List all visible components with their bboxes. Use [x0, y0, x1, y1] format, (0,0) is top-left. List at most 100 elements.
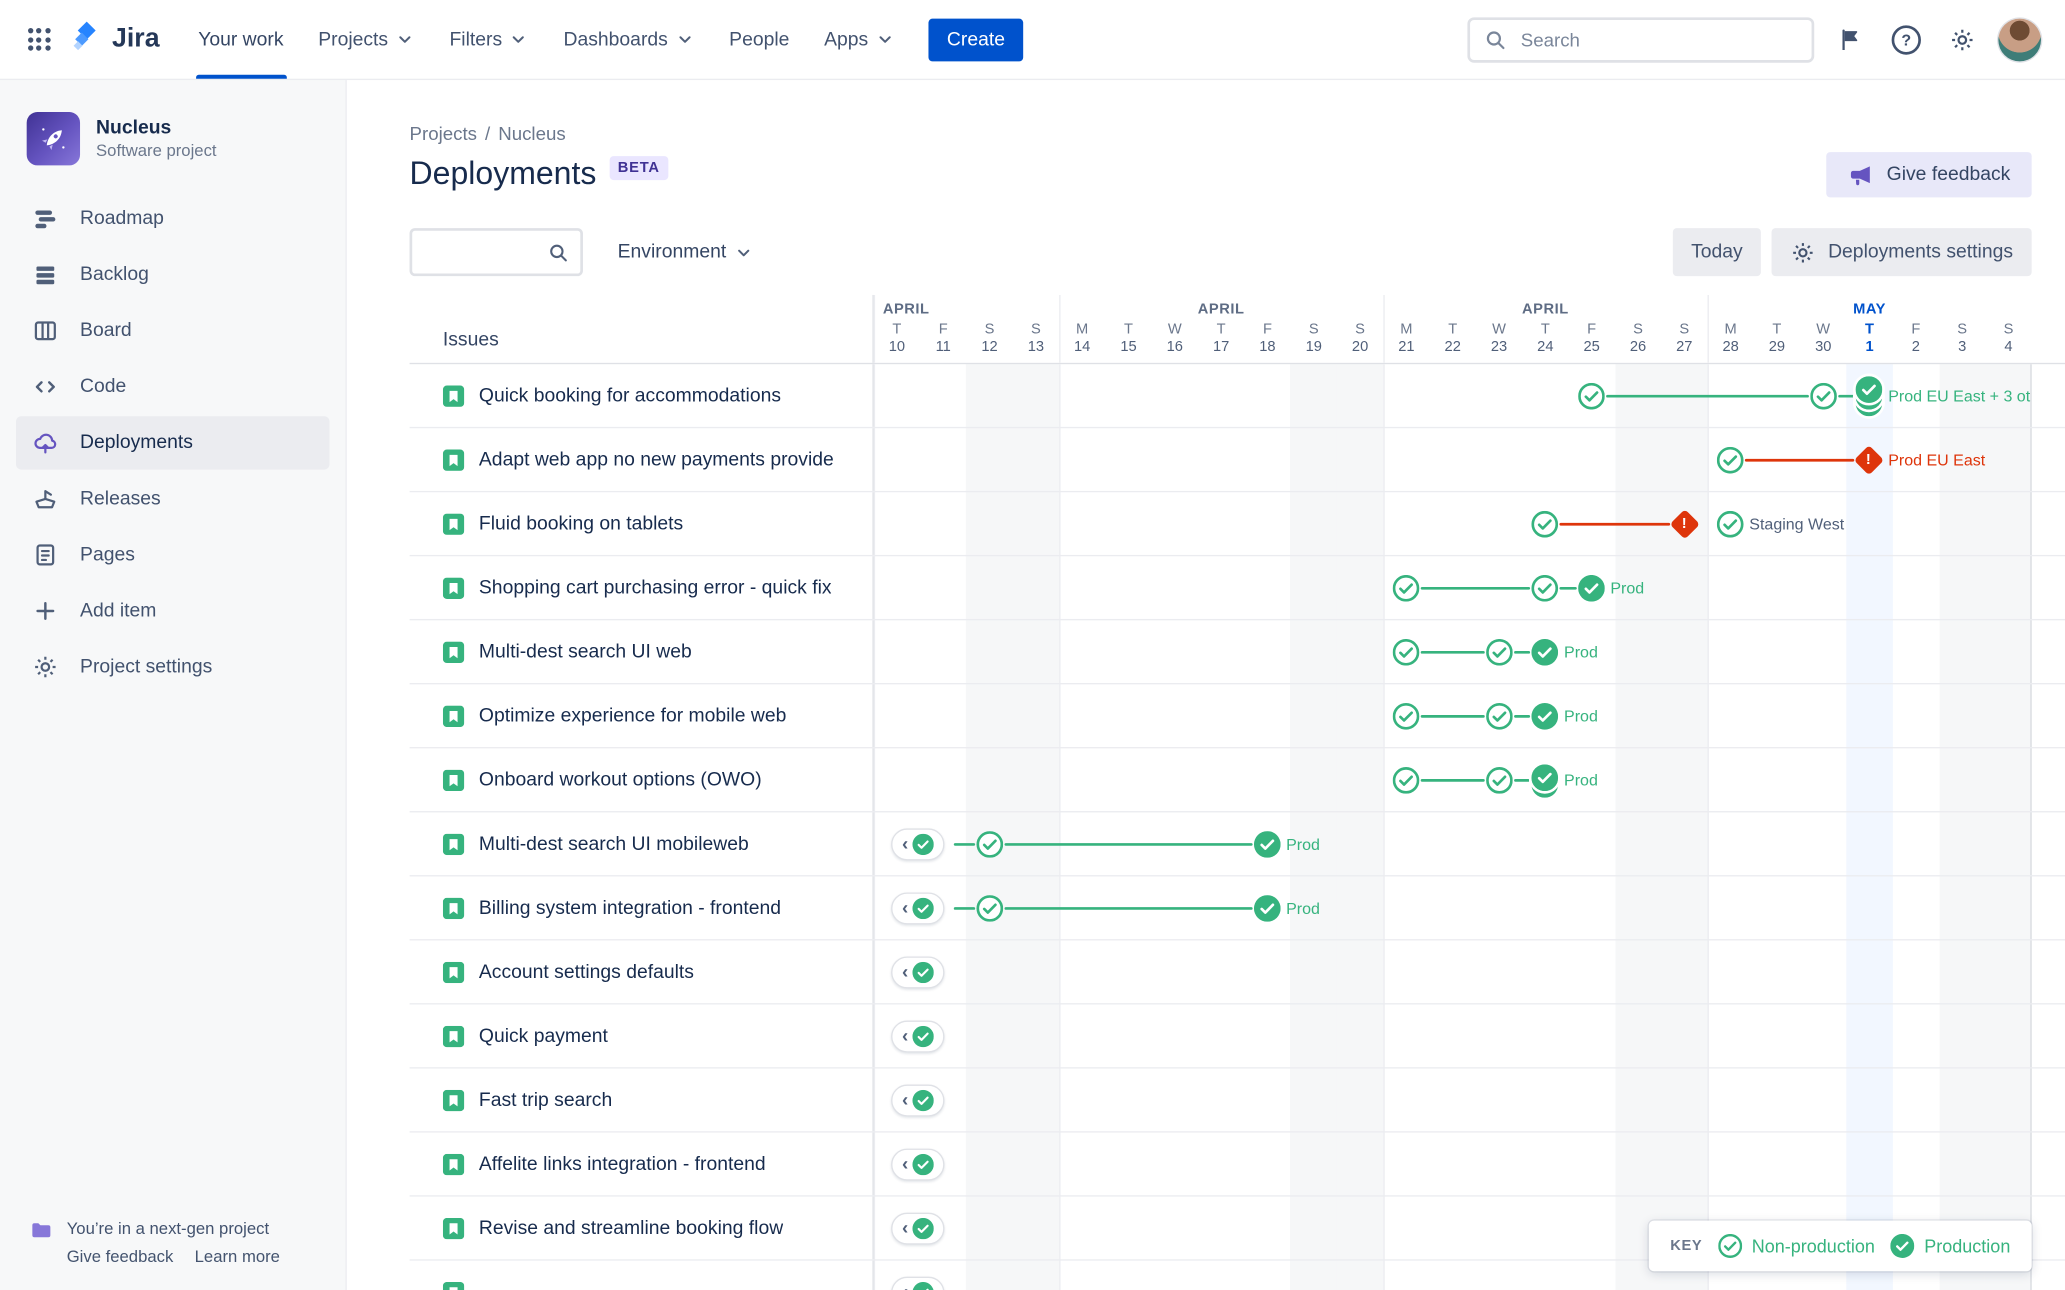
top-nav-bar: Jira Your work Projects Filters Dashboards P… — [0, 0, 2065, 81]
sidebar-item-pages[interactable]: Pages — [16, 528, 329, 581]
main-content: Projects / Nucleus Deployments BETA Give f… — [346, 80, 2065, 1290]
issue-label[interactable]: Fast trip search — [479, 1089, 612, 1110]
non-production-deployment-icon[interactable] — [1485, 638, 1513, 666]
day-header: S 19 — [1305, 321, 1322, 355]
production-deployment-icon[interactable] — [1532, 638, 1559, 666]
day-header: F 18 — [1259, 321, 1276, 355]
jira-app: Jira Your work Projects Filters Dashboards P… — [0, 0, 2065, 1290]
non-production-deployment-icon[interactable] — [1393, 638, 1420, 666]
earlier-deployments-pill[interactable]: ‹ — [891, 1276, 945, 1290]
failed-deployment-icon[interactable]: ! — [1669, 509, 1700, 540]
non-production-deployment-icon[interactable] — [1717, 510, 1744, 538]
issue-label[interactable]: Shopping cart purchasing error - quick f… — [479, 577, 832, 598]
help-icon[interactable]: ? — [1886, 19, 1926, 59]
issue-label[interactable]: Multi-dest search UI mobileweb — [479, 833, 749, 854]
jira-logo[interactable]: Jira — [69, 19, 160, 60]
earlier-deployments-pill[interactable]: ‹ — [891, 1148, 945, 1181]
nav-item-projects[interactable]: Projects — [301, 0, 432, 79]
non-production-deployment-icon[interactable] — [1532, 510, 1559, 538]
non-production-deployment-icon[interactable] — [1485, 767, 1513, 794]
issue-row: Fast trip search ‹ — [409, 1068, 2065, 1133]
timeline-key-legend: KEY Non-production Production — [1648, 1220, 2032, 1272]
sidebar-item-project-settings[interactable]: Project settings — [16, 640, 329, 693]
global-search-input[interactable] — [1518, 27, 1799, 52]
sidebar-item-backlog[interactable]: Backlog — [16, 248, 329, 301]
non-production-deployment-icon[interactable] — [976, 831, 1003, 858]
app-switcher-button[interactable] — [19, 18, 59, 61]
code-icon — [29, 371, 61, 403]
non-production-deployment-icon[interactable] — [1393, 703, 1420, 730]
day-header: S4 — [2003, 321, 2014, 355]
non-production-deployment-icon[interactable] — [976, 895, 1003, 922]
environment-tag: Prod — [1286, 835, 1320, 854]
issue-label[interactable]: Adapt web app no new payments provide — [479, 449, 834, 470]
sidebar-item-add-item[interactable]: Add item — [16, 584, 329, 637]
non-production-deployment-icon[interactable] — [1578, 382, 1606, 410]
earlier-deployments-pill[interactable]: ‹ — [891, 1020, 945, 1053]
issue-label[interactable]: Account settings defaults — [479, 961, 694, 982]
non-production-deployment-icon[interactable] — [1717, 446, 1744, 474]
failed-deployment-icon[interactable]: ! — [1854, 445, 1885, 476]
nav-item-filters[interactable]: Filters — [432, 0, 546, 79]
sidebar-item-board[interactable]: Board — [16, 304, 329, 357]
sidebar-item-roadmap[interactable]: Roadmap — [16, 192, 329, 245]
deployments-settings-button[interactable]: Deployments settings — [1772, 228, 2032, 277]
page-title: Deployments — [409, 156, 597, 193]
sidebar-item-code[interactable]: Code — [16, 360, 329, 413]
project-header[interactable]: Nucleus Software project — [16, 112, 329, 166]
sidebar-item-deployments[interactable]: Deployments — [16, 416, 330, 470]
issue-cell: Quick payment — [410, 1004, 874, 1068]
issue-label[interactable]: Quick payment — [479, 1025, 608, 1046]
day-header: S 13 — [1027, 321, 1045, 355]
non-production-deployment-icon[interactable] — [1393, 574, 1420, 602]
production-deployment-icon[interactable] — [1532, 703, 1559, 730]
nav-item-your-work[interactable]: Your work — [181, 0, 301, 79]
issue-label[interactable]: Optimize experience for mobile web — [479, 705, 786, 726]
earlier-deployments-pill[interactable]: ‹ — [891, 1212, 945, 1245]
issue-label[interactable]: Billing system integration - frontend — [479, 897, 781, 918]
sidebar-item-releases[interactable]: Releases — [16, 472, 329, 525]
issue-label[interactable]: Multi-dest search UI web — [479, 641, 692, 662]
production-deployment-icon[interactable] — [1254, 895, 1281, 922]
environment-filter-dropdown[interactable]: Environment — [618, 241, 755, 263]
give-feedback-button[interactable]: Give feedback — [1826, 152, 2032, 198]
earlier-deployments-pill[interactable]: ‹ — [891, 892, 945, 925]
day-header: S3 — [1957, 321, 1968, 355]
issue-label[interactable]: Affelite links integration - frontend — [479, 1153, 766, 1174]
production-deployment-icon[interactable] — [1254, 831, 1281, 858]
nav-item-apps[interactable]: Apps — [807, 0, 912, 79]
breadcrumb-projects[interactable]: Projects — [410, 123, 477, 144]
issue-label[interactable]: Quick booking for accommodations — [479, 385, 781, 406]
issue-label[interactable]: Fluid booking on tablets — [479, 513, 683, 534]
announcements-flag-icon[interactable] — [1830, 19, 1870, 59]
app-shell: Nucleus Software project Roadmap Backlog B… — [0, 80, 2065, 1290]
timeline-search-input[interactable] — [425, 240, 547, 265]
user-avatar[interactable] — [1998, 18, 2042, 61]
nav-item-people[interactable]: People — [712, 0, 807, 79]
production-deployment-icon[interactable] — [1578, 574, 1606, 602]
non-production-deployment-icon[interactable] — [1532, 574, 1559, 602]
today-button[interactable]: Today — [1672, 228, 1762, 277]
issue-label[interactable]: Revise and streamline booking flow — [479, 1217, 783, 1238]
global-search[interactable] — [1467, 16, 1815, 63]
non-production-deployment-icon[interactable] — [1485, 703, 1513, 730]
give-feedback-link[interactable]: Give feedback — [67, 1247, 174, 1266]
create-button[interactable]: Create — [928, 18, 1024, 61]
title-row: Deployments BETA — [410, 153, 2065, 196]
earlier-deployments-pill[interactable]: ‹ — [891, 828, 945, 861]
learn-more-link[interactable]: Learn more — [195, 1247, 280, 1266]
non-production-deployment-icon[interactable] — [1393, 767, 1420, 794]
nav-item-dashboards[interactable]: Dashboards — [546, 0, 712, 79]
earlier-deployments-pill[interactable]: ‹ — [891, 1084, 945, 1117]
filter-row: Environment Today Deployments settings — [409, 228, 2065, 277]
timeline-body: Quick booking for accommodations Prod EU … — [409, 364, 2065, 1290]
non-production-deployment-icon[interactable] — [1809, 382, 1837, 410]
issue-label[interactable]: Onboard workout options (OWO) — [479, 769, 762, 790]
board-icon — [29, 315, 61, 347]
timeline-search[interactable] — [409, 228, 583, 277]
date-header: APRIL APRIL APRIL MAY T 10 F 11 S 12 S 13 M 14 T 15 W 16 T… — [873, 294, 2032, 363]
issue-row: Affelite links integration - frontend ‹ — [409, 1132, 2065, 1197]
earlier-deployments-pill[interactable]: ‹ — [891, 956, 945, 989]
settings-gear-icon[interactable] — [1942, 19, 1982, 59]
breadcrumb-nucleus[interactable]: Nucleus — [498, 123, 565, 144]
